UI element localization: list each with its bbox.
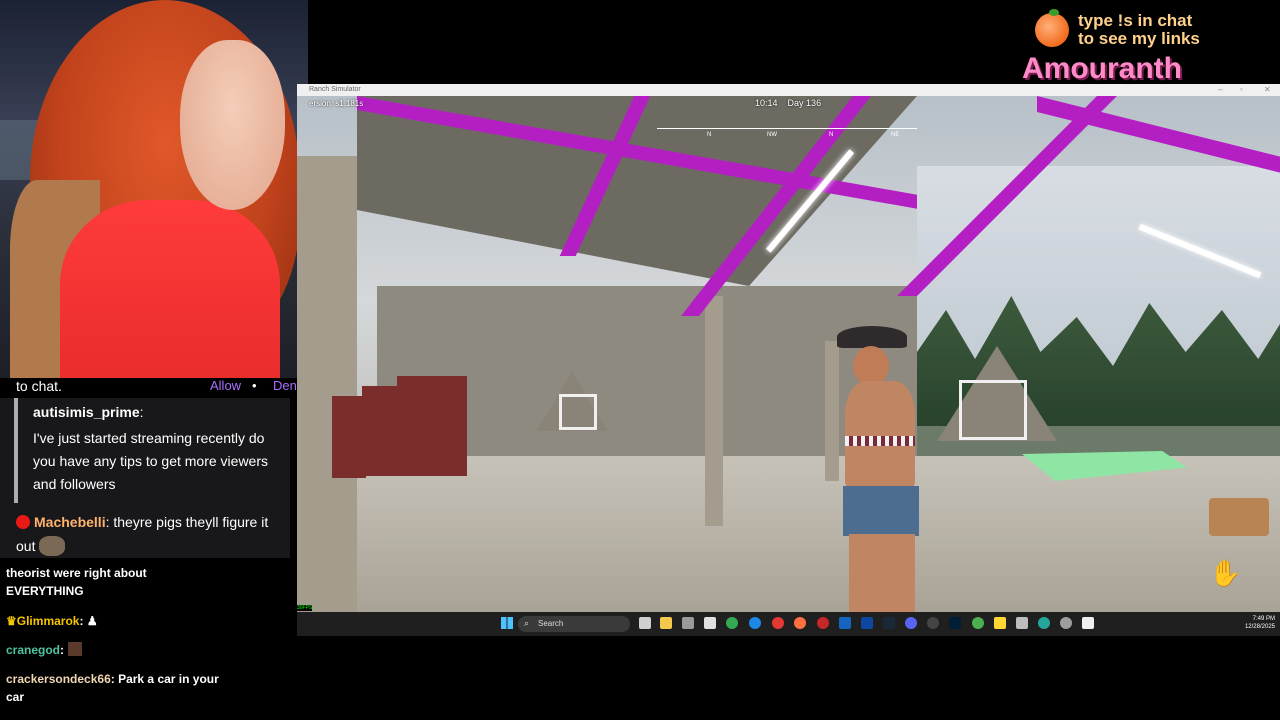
chat-permission-bar: to chat. Allow • Deny — [16, 378, 303, 394]
chat-line-crackers: crackersondeck66: Park a car in your car — [6, 672, 219, 704]
search-icon: ⌕ — [524, 618, 530, 628]
file-explorer-icon[interactable] — [660, 617, 672, 629]
chat-line-cranegod: cranegod: — [6, 641, 83, 659]
chrome-icon[interactable] — [726, 617, 738, 629]
streamer-shirt — [60, 200, 280, 408]
stream-overlay: type !s in chat to see my links Amourant… — [1022, 9, 1280, 90]
crackers-username[interactable]: crackersondeck66 — [6, 672, 111, 686]
cranegod-username[interactable]: cranegod — [6, 643, 60, 657]
app-icon[interactable] — [1082, 617, 1094, 629]
webcam-feed — [0, 0, 308, 408]
chat-line-theorist: theorist were right about EVERYTHING — [6, 566, 147, 598]
barn-floor — [297, 456, 1280, 612]
windows-taskbar: ⌕ Search 7:49 PM 12/28/2025 — [297, 612, 1280, 636]
highlighted-message: Machebelli: theyre pigs theyll figure it… — [16, 510, 288, 558]
overlay-text: type !s in chat to see my links — [1078, 11, 1200, 48]
peach-icon — [1035, 9, 1069, 47]
game-viewport[interactable]: ✋ ersion: s1.181s 10:14 Day 136 N NW N N… — [297, 96, 1280, 616]
feed-hopper[interactable] — [332, 396, 366, 478]
machebelli-username[interactable]: Machebelli — [34, 514, 106, 530]
reply-message: I've just started streaming recently do … — [33, 430, 269, 492]
taskbar-search[interactable]: ⌕ Search — [518, 616, 630, 632]
app-icon[interactable] — [839, 617, 851, 629]
player-character — [827, 326, 937, 616]
photoshop-icon[interactable] — [949, 617, 961, 629]
opera-icon[interactable] — [817, 617, 829, 629]
cat-emote-icon — [39, 536, 66, 556]
game-window[interactable]: Ranch Simulator – ▫ ✕ ✋ ersion: s1.181s … — [297, 84, 1280, 636]
heart-badge-icon — [16, 515, 30, 529]
wall-pillar — [297, 156, 357, 612]
app-icon[interactable] — [861, 617, 873, 629]
chat-reply-popup: autisimis_prime: I've just started strea… — [0, 398, 290, 558]
steam-icon[interactable] — [883, 617, 895, 629]
cowboy-hat — [837, 326, 907, 348]
reply-username[interactable]: autisimis_prime: — [33, 404, 144, 420]
brave-icon[interactable] — [772, 617, 784, 629]
chat-panel: to chat. Allow • Deny autisimis_prime: I… — [0, 378, 303, 720]
character-top — [845, 436, 915, 446]
cooler-box[interactable] — [1209, 498, 1269, 536]
obs-icon[interactable] — [927, 617, 939, 629]
streamer-face — [180, 40, 285, 210]
taskbar-clock[interactable]: 7:49 PM 12/28/2025 — [1227, 615, 1275, 631]
support-pillar — [705, 296, 723, 526]
calendar-icon[interactable] — [704, 617, 716, 629]
allow-link[interactable]: Allow — [210, 378, 241, 393]
firefox-icon[interactable] — [794, 617, 806, 629]
feed-hopper[interactable] — [362, 386, 402, 476]
chrome-icon[interactable] — [972, 617, 984, 629]
window-title: Ranch Simulator — [309, 86, 361, 93]
app-icon[interactable] — [682, 617, 694, 629]
app-icon[interactable] — [1016, 617, 1028, 629]
compass-bar: N NW N NE — [657, 128, 917, 138]
character-legs — [849, 534, 915, 616]
chat-line-glimmarok: ♛Glimmarok: ♟ — [6, 614, 98, 628]
close-icon[interactable]: ✕ — [1264, 85, 1271, 94]
reply-indicator-bar — [14, 398, 18, 503]
chat-permission-text: to chat. — [16, 378, 62, 394]
discord-icon[interactable] — [905, 617, 917, 629]
emote-icon — [68, 642, 83, 656]
greenhouse-frame — [959, 380, 1027, 440]
character-shorts — [843, 486, 919, 536]
windows-start-icon[interactable] — [501, 617, 513, 629]
figure-emote-icon: ♟ — [86, 614, 98, 628]
settings-icon[interactable] — [1060, 617, 1072, 629]
glimmarok-username[interactable]: Glimmarok — [17, 614, 80, 628]
window-titlebar[interactable]: Ranch Simulator – ▫ ✕ — [297, 84, 1280, 96]
hand-cursor-icon: ✋ — [1209, 558, 1242, 588]
edge-icon[interactable] — [749, 617, 761, 629]
crown-badge-icon: ♛ — [6, 614, 17, 628]
character-head — [853, 346, 889, 386]
app-icon[interactable] — [1038, 617, 1050, 629]
notes-icon[interactable] — [994, 617, 1006, 629]
minimize-icon[interactable]: – — [1218, 85, 1222, 94]
feed-hopper[interactable] — [397, 376, 467, 476]
separator-dot: • — [252, 378, 257, 393]
task-view-icon[interactable] — [639, 617, 651, 629]
maximize-icon[interactable]: ▫ — [1240, 85, 1243, 94]
version-label: ersion: s1.181s — [309, 99, 364, 108]
fps-counter: 30FPS — [297, 605, 313, 611]
hud-time-day: 10:14 Day 136 — [755, 98, 822, 108]
greenhouse-frame — [559, 394, 597, 430]
brand-logo: Amouranth — [1022, 52, 1182, 85]
